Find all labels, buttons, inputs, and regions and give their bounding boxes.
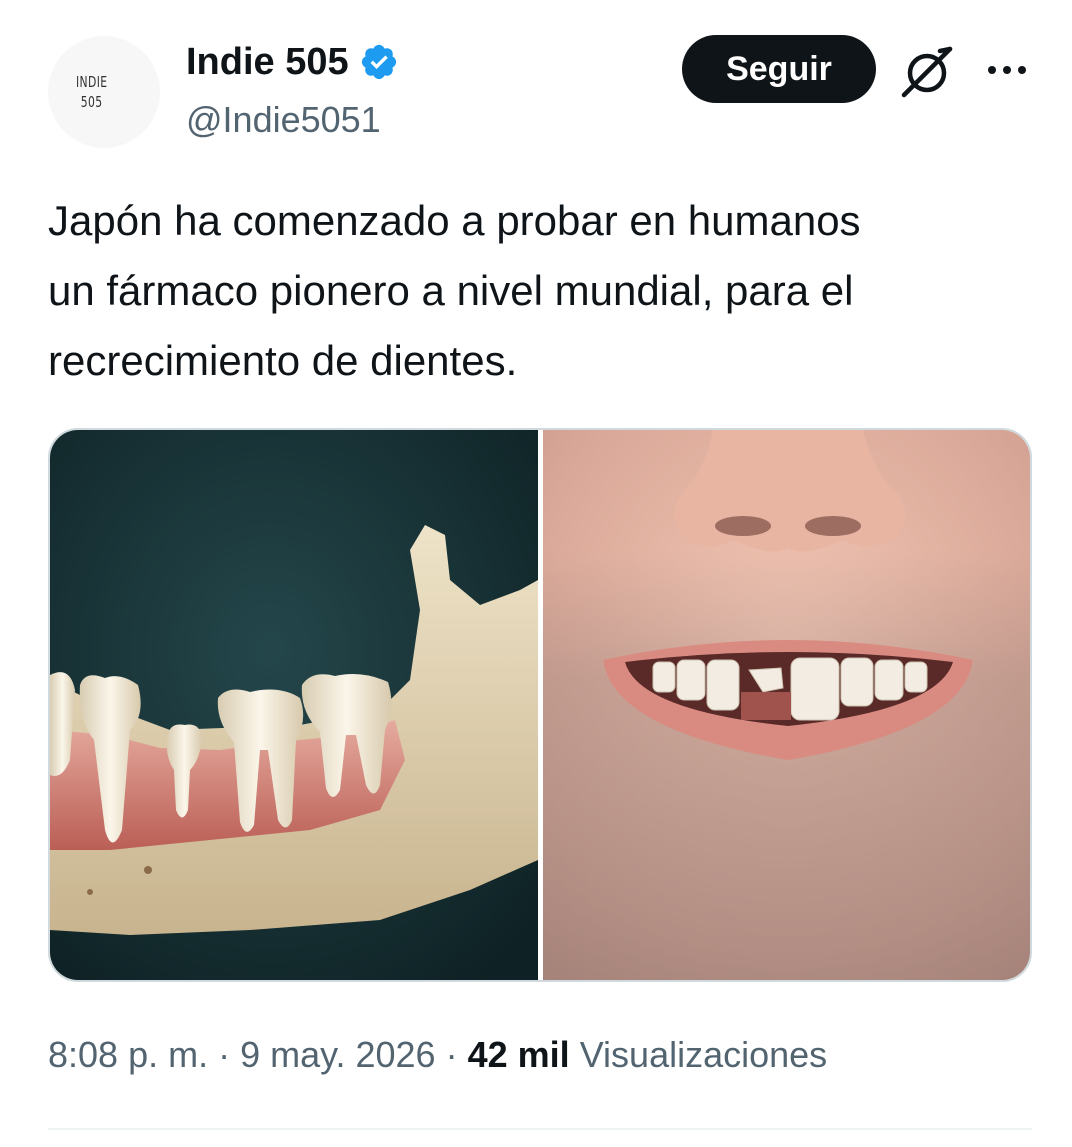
tweet-media[interactable] [48,428,1032,982]
views-label: Visualizaciones [579,1034,828,1075]
more-icon[interactable] [982,50,1032,90]
tweet-meta: 8:08 p. m. · 9 may. 2026 · 42 mil Visual… [48,1030,827,1080]
smile-missing-tooth-image[interactable] [543,430,1031,980]
jawbone-illustration-image[interactable] [50,430,538,980]
views-count: 42 mil [467,1034,570,1075]
avatar[interactable]: INDIE 505 [48,36,160,148]
meta-separator-2: · [445,1034,458,1075]
grok-icon[interactable] [896,40,960,104]
tweet-time[interactable]: 8:08 p. m. [48,1034,208,1075]
display-name[interactable]: Indie 505 [186,40,399,84]
user-handle[interactable]: @Indie5051 [186,98,381,142]
tweet-date[interactable]: 9 may. 2026 [240,1034,435,1075]
meta-separator-1: · [218,1034,231,1075]
follow-button[interactable]: Seguir [682,35,876,103]
divider [48,1128,1032,1130]
verified-badge-icon [361,44,396,80]
tweet-text: Japón ha comenzado a probar en humanos u… [48,197,861,384]
display-name-text: Indie 505 [186,41,349,83]
avatar-text-line2: 505 [81,93,103,111]
avatar-text-line1: INDIE [76,73,108,91]
